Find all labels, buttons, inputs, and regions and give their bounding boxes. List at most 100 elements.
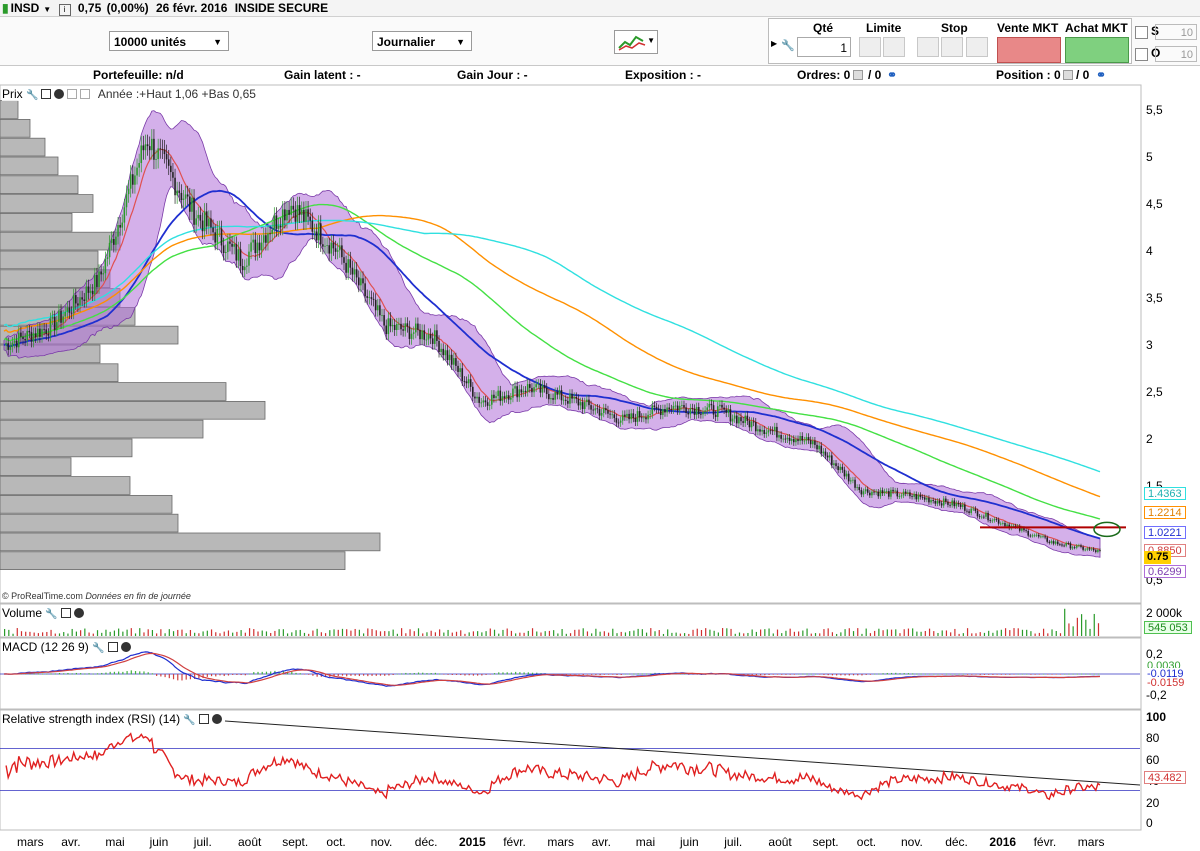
candle-body bbox=[708, 403, 711, 408]
volume-bar bbox=[536, 631, 538, 636]
candle-body bbox=[972, 508, 975, 510]
macd-histogram-bar bbox=[42, 673, 44, 675]
rsi-y-tick: 100 bbox=[1146, 710, 1167, 724]
candle-body bbox=[448, 354, 451, 361]
window-icon[interactable] bbox=[107, 642, 118, 652]
candle-body bbox=[1035, 534, 1038, 536]
candle-body bbox=[818, 445, 820, 450]
macd-histogram-bar bbox=[350, 674, 352, 676]
candle-body bbox=[934, 501, 937, 504]
candle-body bbox=[761, 429, 763, 432]
volume-bar bbox=[962, 633, 964, 636]
candle-body bbox=[685, 407, 687, 413]
volume-bar bbox=[481, 632, 483, 636]
candle-body bbox=[294, 209, 297, 222]
candle-body bbox=[516, 386, 518, 398]
candle-body bbox=[564, 399, 567, 401]
macd-histogram-bar bbox=[46, 673, 48, 675]
candle-body bbox=[461, 368, 464, 382]
candle-body bbox=[672, 406, 675, 410]
candle-body bbox=[26, 330, 29, 341]
macd-histogram-bar bbox=[603, 674, 605, 675]
macd-histogram-bar bbox=[971, 674, 973, 675]
window-icon[interactable] bbox=[60, 608, 71, 618]
candle-body bbox=[476, 396, 478, 399]
candle-body bbox=[345, 262, 347, 273]
candle-body bbox=[374, 299, 377, 311]
volume-bar bbox=[557, 633, 559, 636]
candle-body bbox=[404, 323, 407, 331]
volume-bar bbox=[760, 629, 762, 636]
macd-histogram-bar bbox=[1047, 674, 1049, 675]
candle-body bbox=[902, 491, 905, 496]
wrench-icon[interactable]: 🔧 bbox=[26, 90, 38, 101]
volume-bar bbox=[515, 633, 517, 636]
macd-histogram-bar bbox=[257, 671, 259, 675]
volume-bar bbox=[244, 632, 246, 636]
volume-bar bbox=[1080, 614, 1083, 636]
candle-body bbox=[594, 408, 597, 411]
candle-body bbox=[854, 479, 856, 488]
show-icon[interactable] bbox=[80, 89, 91, 99]
candle-body bbox=[493, 394, 495, 399]
wrench-icon[interactable]: 🔧 bbox=[92, 643, 104, 654]
candle-body bbox=[835, 463, 837, 467]
volume-badge: 545 053 bbox=[1144, 621, 1192, 634]
candle-body bbox=[949, 504, 951, 506]
volume-bar bbox=[992, 632, 994, 636]
window-icon[interactable] bbox=[41, 89, 52, 99]
candle-body bbox=[431, 338, 434, 344]
candle-body bbox=[942, 498, 945, 506]
volume-bar bbox=[92, 633, 94, 636]
candle-body bbox=[284, 209, 286, 221]
volume-bar bbox=[185, 633, 187, 636]
candle-body bbox=[1078, 545, 1080, 547]
candle-body bbox=[738, 417, 740, 424]
window-icon[interactable] bbox=[198, 714, 209, 724]
volume-bar bbox=[1064, 608, 1066, 636]
volume-bar bbox=[147, 629, 149, 636]
volume-bar bbox=[42, 632, 44, 636]
candle-body bbox=[208, 218, 210, 227]
candle-body bbox=[229, 241, 231, 244]
volume-profile-bar bbox=[0, 438, 133, 458]
candle-body bbox=[725, 409, 728, 413]
candle-body bbox=[383, 315, 385, 326]
close-icon[interactable] bbox=[73, 608, 84, 618]
volume-bar bbox=[616, 633, 618, 636]
candle-body bbox=[970, 508, 972, 513]
volume-bar bbox=[88, 632, 90, 636]
candle-body bbox=[974, 508, 977, 511]
wrench-icon[interactable]: 🔧 bbox=[45, 609, 57, 620]
macd-histogram-bar bbox=[574, 674, 576, 675]
candle-body bbox=[467, 379, 470, 384]
volume-bar bbox=[667, 629, 669, 636]
close-icon[interactable] bbox=[54, 89, 65, 99]
macd-histogram-bar bbox=[303, 674, 306, 675]
hide-icon[interactable] bbox=[67, 89, 78, 99]
close-icon[interactable] bbox=[211, 714, 222, 724]
candle-body bbox=[917, 494, 920, 500]
macd-histogram-bar bbox=[650, 673, 652, 675]
macd-histogram-bar bbox=[401, 673, 403, 675]
volume-profile-bar bbox=[0, 231, 121, 251]
volume-bar bbox=[367, 628, 369, 636]
candle-body bbox=[379, 305, 381, 316]
candle-body bbox=[640, 417, 643, 419]
candle-body bbox=[907, 492, 909, 494]
candle-body bbox=[873, 491, 875, 493]
close-icon[interactable] bbox=[120, 642, 131, 652]
candle-body bbox=[309, 216, 312, 221]
candle-body bbox=[134, 175, 136, 185]
wrench-icon[interactable]: 🔧 bbox=[183, 715, 195, 726]
volume-bar bbox=[329, 630, 331, 636]
macd-histogram-bar bbox=[1097, 673, 1100, 675]
volume-bar bbox=[384, 631, 386, 636]
volume-bar bbox=[802, 630, 804, 636]
candle-body bbox=[556, 392, 559, 395]
volume-bar bbox=[988, 630, 990, 636]
volume-bar bbox=[1051, 629, 1053, 636]
macd-histogram-bar bbox=[629, 673, 631, 675]
x-tick-label: févr. bbox=[503, 835, 526, 849]
macd-histogram-bar bbox=[903, 673, 905, 675]
